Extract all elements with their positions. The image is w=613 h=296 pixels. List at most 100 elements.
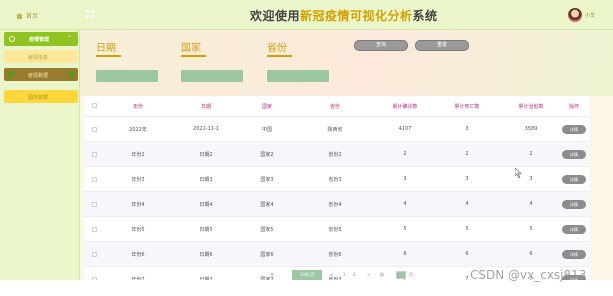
- country-cell: 中国: [261, 126, 272, 133]
- country-cell: 国家2: [260, 151, 274, 158]
- province-cell: 省份4: [328, 201, 342, 208]
- province-input[interactable]: [267, 70, 329, 82]
- deaths-cell: 4: [465, 201, 469, 207]
- goto-page-input[interactable]: 1: [396, 271, 406, 279]
- row-checkbox[interactable]: [92, 252, 97, 257]
- tree-icon: [67, 70, 76, 79]
- home-link[interactable]: 首页: [16, 11, 38, 20]
- column-header: 累计治愈数: [518, 103, 544, 110]
- date-cell: 日期3: [199, 176, 213, 183]
- pagination-total: 共 8 条: [270, 272, 274, 277]
- country-cell: 国家7: [260, 276, 274, 281]
- country-underline: [181, 55, 206, 57]
- row-checkbox[interactable]: [92, 152, 97, 157]
- tree-icon: [6, 70, 15, 79]
- page-size-select[interactable]: 10条/页: [292, 270, 322, 280]
- country-cell: 国家4: [260, 201, 274, 208]
- country-cell: 国家6: [260, 251, 274, 258]
- year-cell: 年份4: [131, 201, 145, 208]
- sidebar-item-label: 疫情数据: [28, 73, 49, 79]
- table-row[interactable]: 2022年 2022-11-1 中国 陕西省 4107 3 3589 详情: [84, 116, 590, 141]
- row-checkbox[interactable]: [92, 202, 97, 207]
- watermark: CSDN @vx_cxsj813: [470, 268, 587, 282]
- next-page-button[interactable]: >: [367, 270, 370, 280]
- table-row[interactable]: 年份4 日期4 国家4 省份4 4 4 4 详情: [84, 191, 590, 216]
- sidebar-item-epidemic-info[interactable]: 疫情信息: [4, 50, 78, 63]
- title-prefix: 欢迎使用: [250, 9, 301, 23]
- deaths-cell: 3: [465, 176, 469, 182]
- date-underline: [96, 55, 121, 57]
- top-bar: 首页 欢迎使用新冠疫情可视化分析系统 小羊: [0, 0, 613, 30]
- detail-button[interactable]: 详情: [562, 200, 586, 209]
- page-number[interactable]: 1: [343, 270, 346, 280]
- cured-cell: 3589: [524, 126, 538, 132]
- detail-button[interactable]: 详情: [562, 125, 586, 134]
- row-checkbox[interactable]: [92, 227, 97, 232]
- reset-button[interactable]: 重置: [415, 40, 469, 51]
- page-title: 欢迎使用新冠疫情可视化分析系统: [250, 7, 438, 24]
- country-cell: 国家5: [260, 226, 274, 233]
- deaths-cell: 5: [465, 226, 469, 232]
- confirmed-cell: 3: [403, 176, 407, 182]
- sidebar-item-foreign-data[interactable]: 国外数据: [4, 90, 78, 103]
- cured-cell: 5: [529, 226, 533, 232]
- sidebar-section-header[interactable]: 疫情管理 ⌃: [4, 32, 78, 46]
- sidebar-item-label: 国外数据: [28, 95, 49, 101]
- province-cell: 陕西省: [327, 126, 343, 133]
- confirmed-cell: 2: [403, 151, 407, 157]
- select-all-checkbox[interactable]: [92, 103, 97, 108]
- query-button[interactable]: 查询: [354, 40, 408, 51]
- row-checkbox[interactable]: [92, 127, 97, 132]
- home-icon: [16, 13, 23, 19]
- page-unit: 页: [409, 272, 413, 277]
- page-number[interactable]: 2: [353, 270, 356, 280]
- year-cell: 年份6: [131, 251, 145, 258]
- sidebar-item-epidemic-data[interactable]: 疫情数据: [4, 68, 78, 81]
- province-cell: 省份5: [328, 226, 342, 233]
- cured-cell: 6: [529, 251, 533, 257]
- table-row[interactable]: 年份5 日期5 国家5 省份5 5 5 5 详情: [84, 216, 590, 241]
- detail-button[interactable]: 详情: [562, 250, 586, 259]
- table-row[interactable]: 年份2 日期2 国家2 省份2 2 2 2 详情: [84, 141, 590, 166]
- chevron-up-icon: ⌃: [67, 35, 73, 42]
- year-cell: 2022年: [129, 126, 147, 133]
- column-header: 日期: [200, 103, 211, 110]
- province-cell: 省份2: [328, 151, 342, 158]
- date-cell: 2022-11-1: [193, 126, 219, 132]
- date-cell: 日期4: [199, 201, 213, 208]
- row-checkbox[interactable]: [92, 177, 97, 182]
- detail-button[interactable]: 详情: [562, 175, 586, 184]
- goto-label: 前往: [380, 272, 384, 277]
- table-row[interactable]: 年份6 日期6 国家6 省份6 6 6 6 详情: [84, 241, 590, 266]
- column-header: 国家: [261, 103, 272, 110]
- confirmed-cell: 6: [403, 251, 407, 257]
- province-underline: [267, 55, 292, 57]
- year-cell: 年份2: [131, 151, 145, 158]
- title-suffix: 系统: [412, 9, 438, 23]
- sidebar-section-label: 疫情管理: [29, 37, 50, 43]
- sidebar-item-label: 疫情信息: [28, 55, 49, 61]
- date-input[interactable]: [96, 70, 158, 82]
- home-label: 首页: [26, 13, 39, 20]
- prev-page-button[interactable]: <: [330, 270, 333, 280]
- column-header: 累计确诊数: [392, 103, 418, 110]
- date-cell: 日期2: [199, 151, 213, 158]
- year-cell: 年份7: [131, 276, 145, 281]
- date-cell: 日期5: [199, 226, 213, 233]
- menu-grid-icon[interactable]: [86, 10, 94, 18]
- date-cell: 日期6: [199, 251, 213, 258]
- main-content: 日期 国家 省份 查询 重置 年份 日期 国家 省份 累计确诊数 累计死亡数 累…: [80, 30, 613, 280]
- user-avatar[interactable]: [568, 8, 582, 22]
- detail-button[interactable]: 详情: [562, 150, 586, 159]
- column-header: 累计死亡数: [454, 103, 480, 110]
- year-cell: 年份3: [131, 176, 145, 183]
- mouse-cursor-icon: [515, 168, 522, 178]
- confirmed-cell: 4: [403, 201, 407, 207]
- year-cell: 年份5: [131, 226, 145, 233]
- username[interactable]: 小羊: [585, 12, 595, 19]
- country-input[interactable]: [181, 70, 243, 82]
- country-label: 国家: [181, 43, 201, 54]
- detail-button[interactable]: 详情: [562, 225, 586, 234]
- confirmed-cell: 5: [403, 226, 407, 232]
- row-checkbox[interactable]: [92, 277, 97, 280]
